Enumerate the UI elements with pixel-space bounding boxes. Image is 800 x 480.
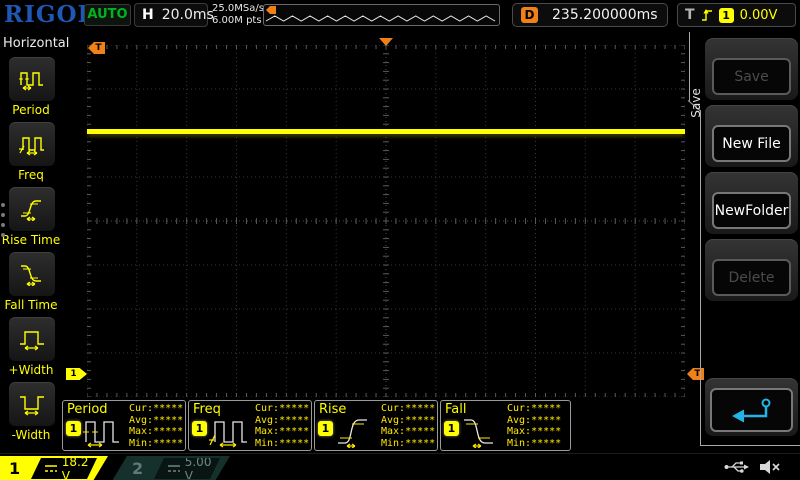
dc-coupling-icon	[167, 464, 180, 473]
period-icon	[19, 67, 45, 91]
trigger-position-marker-icon[interactable]	[379, 38, 393, 46]
channel2-scale-readout: 5.00 V	[154, 458, 220, 479]
save-button[interactable]: Save	[712, 58, 791, 95]
preview-waveform-icon	[264, 5, 499, 25]
sidebar-item-rise-time[interactable]	[8, 186, 56, 232]
new-folder-button[interactable]: NewFolder	[712, 192, 791, 229]
softkey-slot-1: Save	[705, 38, 798, 100]
left-menu-title: Horizontal	[3, 36, 69, 51]
sidebar-item-minus-width-label: -Width	[0, 428, 62, 442]
grid-lines	[87, 45, 685, 397]
measure-panel-rise[interactable]: Rise 1 Cur:***** Avg:***** Max:***** Min…	[314, 400, 438, 451]
measure-source-badge: 1	[444, 421, 459, 436]
delay-readout: D 235.200000ms	[512, 3, 668, 27]
graticule	[87, 45, 685, 397]
channel1-scale-value: 18.2 V	[62, 455, 97, 480]
memory-depth: 6.00M pts	[212, 15, 264, 27]
run-status-badge: AUTO	[84, 4, 131, 26]
measure-source-badge: 1	[192, 421, 207, 436]
freq-wave-icon	[209, 414, 251, 448]
menu-border-bottom	[700, 445, 800, 446]
measure-source-badge: 1	[318, 421, 333, 436]
rising-edge-icon	[701, 7, 713, 23]
rise-time-icon	[19, 197, 45, 221]
softkey-slot-back	[705, 378, 798, 436]
sidebar-item-minus-width[interactable]	[8, 381, 56, 427]
menu-border-left	[700, 110, 701, 445]
channel1-scale-readout: 18.2 V	[31, 458, 97, 479]
trigger-level-marker[interactable]: T	[687, 368, 704, 380]
sidebar-item-fall-time-label: Fall Time	[0, 298, 62, 312]
trigger-level-value: 0.00V	[740, 8, 778, 23]
sidebar-item-period-label: Period	[0, 103, 62, 117]
measure-panel-period[interactable]: Period 1 Cur:***** Avg:***** Max:***** M…	[62, 400, 186, 451]
softkey-slot-2: New File	[705, 105, 798, 167]
new-file-button[interactable]: New File	[712, 125, 791, 162]
measure-stats: Cur:***** Avg:***** Max:***** Min:*****	[507, 403, 561, 449]
channel1-number: 1	[9, 459, 20, 478]
channel2-number: 2	[132, 459, 143, 478]
trigger-readout: T 1 0.00V	[677, 3, 796, 27]
top-status-bar: RIGOL AUTO H 20.0ms 25.0MSa/s 6.00M pts …	[0, 0, 800, 31]
freq-icon	[19, 132, 45, 156]
measure-stats: Cur:***** Avg:***** Max:***** Min:*****	[255, 403, 309, 449]
sidebar-item-period[interactable]	[8, 56, 56, 102]
trigger-label: T	[685, 7, 695, 23]
period-wave-icon	[83, 414, 125, 448]
fall-wave-icon	[461, 414, 503, 448]
channel2-scale-value: 5.00 V	[185, 455, 220, 480]
measure-stats: Cur:***** Avg:***** Max:***** Min:*****	[129, 403, 183, 449]
menu-tab-save: Save	[689, 88, 703, 118]
softkey-slot-3: NewFolder	[705, 172, 798, 234]
measure-source-badge: 1	[66, 421, 81, 436]
sidebar-item-freq-label: Freq	[0, 168, 62, 182]
channel1-trace	[87, 129, 685, 134]
measure-panel-freq[interactable]: Freq 1 Cur:***** Avg:***** Max:***** Min…	[188, 400, 312, 451]
minus-width-icon	[19, 392, 45, 416]
timebase-value: 20.0ms	[162, 7, 214, 23]
channel2-indicator[interactable]: 2 5.00 V	[112, 456, 230, 480]
delete-button[interactable]: Delete	[712, 259, 791, 296]
sidebar-item-fall-time[interactable]	[8, 251, 56, 297]
channel1-offset-marker[interactable]: 1	[66, 368, 87, 380]
h-label: H	[142, 7, 154, 23]
measure-stats: Cur:***** Avg:***** Max:***** Min:*****	[381, 403, 435, 449]
delay-badge: D	[521, 7, 538, 23]
channel-status-bar: 1 18.2 V 2 5.00 V	[0, 453, 800, 480]
menu-scroll-indicator	[1, 197, 5, 243]
fall-time-icon	[19, 262, 45, 286]
softkey-slot-4: Delete	[705, 239, 798, 301]
plus-width-icon	[19, 327, 45, 351]
usb-icon	[724, 460, 750, 474]
channel1-indicator[interactable]: 1 18.2 V	[0, 456, 108, 480]
waveform-preview[interactable]	[263, 4, 500, 26]
rigol-logo: RIGOL	[4, 1, 95, 28]
sidebar-item-rise-time-label: Rise Time	[0, 233, 62, 247]
delay-value: 235.200000ms	[552, 7, 658, 23]
sidebar-item-plus-width-label: +Width	[0, 363, 62, 377]
acquisition-readout: 25.0MSa/s 6.00M pts	[212, 3, 264, 27]
sample-rate: 25.0MSa/s	[212, 3, 264, 15]
sidebar-item-freq[interactable]	[8, 121, 56, 167]
back-button[interactable]	[710, 388, 793, 432]
speaker-muted-icon[interactable]	[758, 459, 782, 475]
sidebar-item-plus-width[interactable]	[8, 316, 56, 362]
horizontal-timebase-readout: H 20.0ms	[134, 3, 208, 27]
oscilloscope-screen: RIGOL AUTO H 20.0ms 25.0MSa/s 6.00M pts …	[0, 0, 800, 480]
trigger-source-badge: 1	[719, 8, 734, 23]
dc-coupling-icon	[44, 464, 57, 473]
system-status-icons	[724, 459, 782, 475]
rise-wave-icon	[335, 414, 377, 448]
back-arrow-icon	[726, 396, 778, 424]
measure-panel-fall[interactable]: Fall 1 Cur:***** Avg:***** Max:***** Min…	[440, 400, 571, 451]
